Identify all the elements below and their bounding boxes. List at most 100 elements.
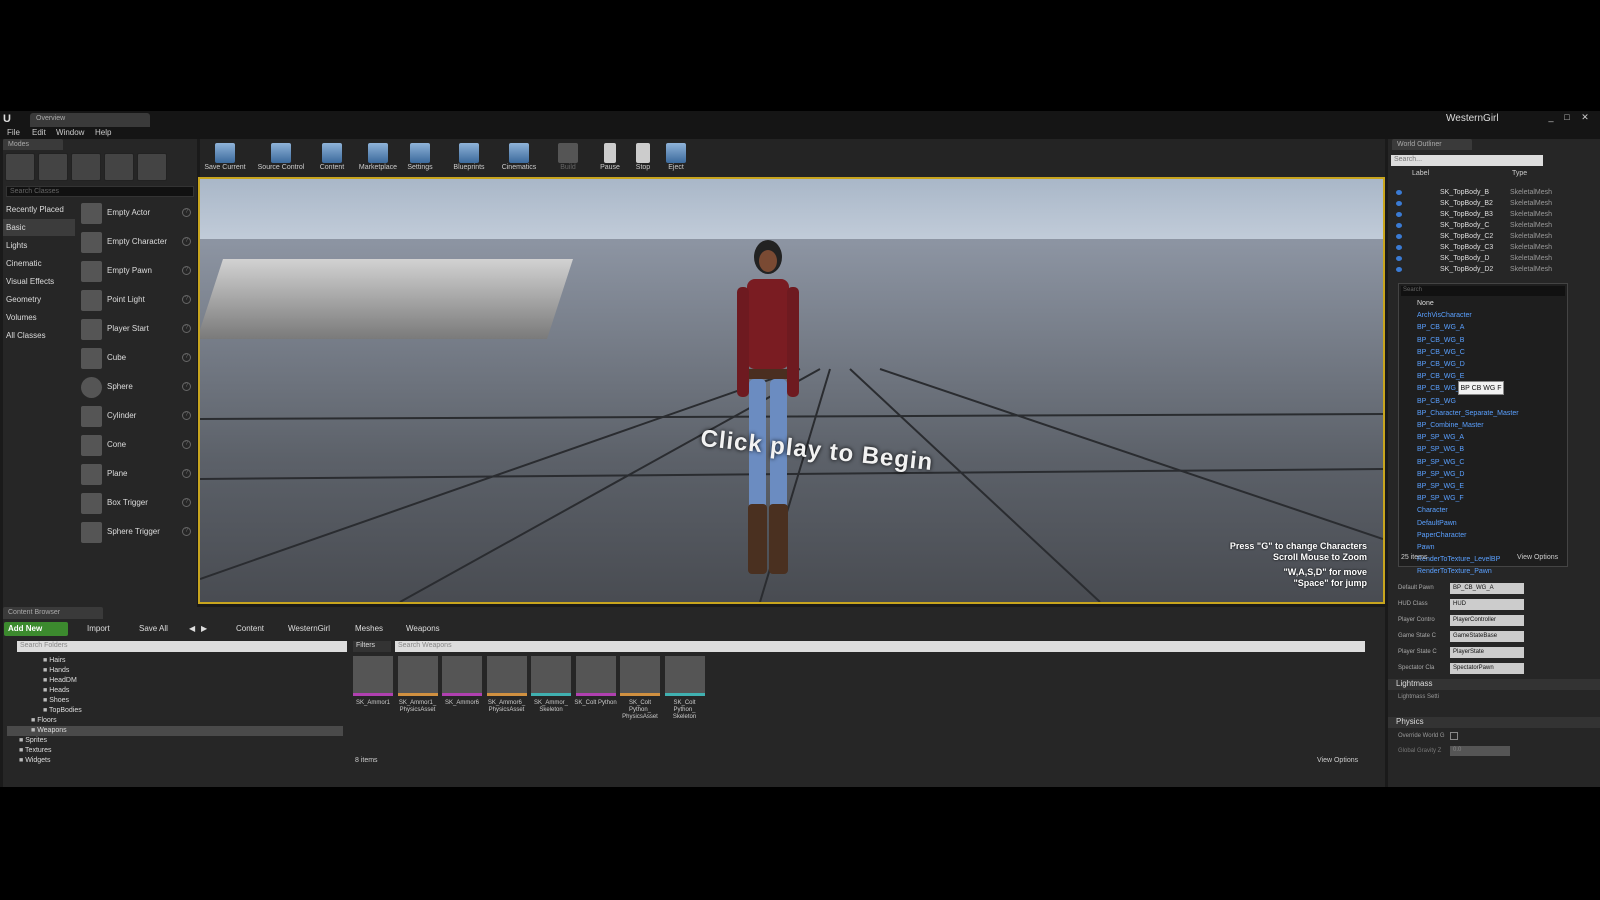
build-button[interactable]: Build: [548, 139, 588, 177]
column-label[interactable]: Label: [1412, 170, 1429, 177]
place-item-cube[interactable]: Cube?: [81, 345, 195, 372]
menu-window[interactable]: Window: [56, 127, 84, 139]
level-viewport[interactable]: Click play to Begin Press "G" to change …: [198, 177, 1385, 604]
class-picker-item[interactable]: BP_CB_WG_C: [1405, 347, 1465, 359]
category-lights[interactable]: Lights: [3, 237, 75, 254]
search-classes-input[interactable]: Search Classes: [6, 186, 194, 197]
save-current-button[interactable]: Save Current: [200, 139, 250, 177]
asset-tile[interactable]: SK_Colt Python_ PhysicsAsset: [620, 656, 660, 726]
property-dropdown[interactable]: HUD: [1450, 599, 1524, 610]
property-dropdown[interactable]: PlayerState: [1450, 647, 1524, 658]
property-dropdown[interactable]: GameStateBase: [1450, 631, 1524, 642]
tab-world-outliner[interactable]: World Outliner: [1392, 139, 1472, 150]
place-item-sphere[interactable]: Sphere?: [81, 374, 195, 401]
folder-item[interactable]: ■ Heads: [7, 686, 343, 696]
asset-tile[interactable]: SK_Colt Python: [574, 656, 617, 726]
visibility-eye-icon[interactable]: [1396, 190, 1402, 195]
visibility-eye-icon[interactable]: [1396, 201, 1402, 206]
menu-file[interactable]: File: [7, 127, 20, 139]
place-item-cone[interactable]: Cone?: [81, 432, 195, 459]
folder-item[interactable]: ■ TopBodies: [7, 706, 343, 716]
close-button[interactable]: ✕: [1578, 111, 1592, 123]
place-item-box-trigger[interactable]: Box Trigger?: [81, 490, 195, 517]
visibility-eye-icon[interactable]: [1396, 245, 1402, 250]
place-item-plane[interactable]: Plane?: [81, 461, 195, 488]
class-picker-item[interactable]: BP_CB_WG_F: [1405, 383, 1464, 395]
breadcrumb-westerngirl[interactable]: WesternGirl: [288, 622, 330, 636]
view-options-button[interactable]: View Options: [1517, 554, 1558, 561]
settings-button[interactable]: Settings: [400, 139, 440, 177]
class-picker-item[interactable]: Pawn: [1405, 542, 1435, 554]
asset-tile[interactable]: SK_Ammor6: [442, 656, 482, 726]
menu-help[interactable]: Help: [95, 127, 111, 139]
tab-modes[interactable]: Modes: [3, 139, 63, 150]
filters-button[interactable]: Filters: [353, 641, 391, 652]
pause-button[interactable]: Pause: [595, 139, 625, 177]
tab-overview[interactable]: Overview: [30, 113, 150, 127]
visibility-eye-icon[interactable]: [1396, 234, 1402, 239]
class-picker-item[interactable]: BP_CB_WG_D: [1405, 359, 1465, 371]
class-picker-item[interactable]: Character: [1405, 505, 1448, 517]
eject-button[interactable]: Eject: [661, 139, 691, 177]
class-picker-item[interactable]: ArchVisCharacter: [1405, 310, 1472, 322]
source-control-button[interactable]: Source Control: [252, 139, 310, 177]
class-picker-item[interactable]: BP_CB_WG_B: [1405, 335, 1464, 347]
place-item-empty-character[interactable]: Empty Character?: [81, 229, 195, 256]
class-picker-item[interactable]: DefaultPawn: [1405, 518, 1457, 530]
visibility-eye-icon[interactable]: [1396, 267, 1402, 272]
class-picker-item[interactable]: BP_Combine_Master: [1405, 420, 1484, 432]
class-picker-item[interactable]: PaperCharacter: [1405, 530, 1466, 542]
asset-tile[interactable]: SK_Ammor_ Skeleton: [531, 656, 571, 726]
asset-tile[interactable]: SK_Ammor1: [353, 656, 393, 726]
column-type[interactable]: Type: [1512, 170, 1527, 177]
class-picker-item[interactable]: BP_SP_WG_D: [1405, 469, 1464, 481]
folder-item[interactable]: ■ Weapons: [7, 726, 343, 736]
class-picker-item[interactable]: BP_CB_WG_E: [1405, 371, 1464, 383]
override-gravity-checkbox[interactable]: [1450, 732, 1458, 740]
cinematics-button[interactable]: Cinematics: [494, 139, 544, 177]
breadcrumb-weapons[interactable]: Weapons: [406, 622, 440, 636]
folder-item[interactable]: ■ Hands: [7, 666, 343, 676]
content-button[interactable]: Content: [312, 139, 352, 177]
class-picker-item[interactable]: BP_SP_WG_E: [1405, 481, 1464, 493]
asset-tile[interactable]: SK_Ammor1_ PhysicsAsset: [397, 656, 438, 726]
folder-item[interactable]: ■ HeadDM: [7, 676, 343, 686]
place-item-point-light[interactable]: Point Light?: [81, 287, 195, 314]
menu-edit[interactable]: Edit: [32, 127, 46, 139]
class-picker-item[interactable]: BP_SP_WG_F: [1405, 493, 1464, 505]
import-button[interactable]: Import: [87, 622, 110, 636]
place-item-cylinder[interactable]: Cylinder?: [81, 403, 195, 430]
category-basic[interactable]: Basic: [3, 219, 75, 236]
outliner-row[interactable]: SK_TopBody_C3 SkeletalMesh: [1394, 242, 1594, 253]
class-picker-item[interactable]: BP_Character_Separate_Master: [1405, 408, 1519, 420]
category-recently-placed[interactable]: Recently Placed: [3, 201, 75, 218]
global-gravity-input[interactable]: 0.0: [1450, 746, 1510, 756]
place-item-empty-pawn[interactable]: Empty Pawn?: [81, 258, 195, 285]
back-arrow-icon[interactable]: ◀: [189, 622, 195, 636]
class-picker-search[interactable]: Search: [1401, 286, 1565, 296]
outliner-row[interactable]: SK_TopBody_C SkeletalMesh: [1394, 220, 1594, 231]
folder-item[interactable]: ■ Textures: [7, 746, 343, 756]
geometry-mode-icon[interactable]: [137, 153, 167, 181]
visibility-eye-icon[interactable]: [1396, 212, 1402, 217]
category-visual-effects[interactable]: Visual Effects: [3, 273, 75, 290]
search-folders-input[interactable]: Search Folders: [17, 641, 347, 652]
folder-item[interactable]: ■ Floors: [7, 716, 343, 726]
outliner-row[interactable]: SK_TopBody_B3 SkeletalMesh: [1394, 209, 1594, 220]
tab-content-browser[interactable]: Content Browser: [3, 607, 103, 619]
outliner-row[interactable]: SK_TopBody_D SkeletalMesh: [1394, 253, 1594, 264]
breadcrumb-content[interactable]: Content: [236, 622, 264, 636]
folder-item[interactable]: ■ Shoes: [7, 696, 343, 706]
place-mode-icon[interactable]: [5, 153, 35, 181]
category-geometry[interactable]: Geometry: [3, 291, 75, 308]
category-all-classes[interactable]: All Classes: [3, 327, 75, 344]
class-picker-item[interactable]: BP_SP_WG_A: [1405, 432, 1464, 444]
minimize-button[interactable]: _: [1544, 111, 1558, 123]
folder-item[interactable]: ■ Hairs: [7, 656, 343, 666]
class-picker-item[interactable]: BP_SP_WG_B: [1405, 444, 1464, 456]
class-picker-item[interactable]: BP_CB_WG: [1405, 396, 1456, 408]
maximize-button[interactable]: □: [1560, 111, 1574, 123]
outliner-row[interactable]: SK_TopBody_B2 SkeletalMesh: [1394, 198, 1594, 209]
asset-tile[interactable]: SK_Colt Python_ Skeleton: [664, 656, 705, 726]
property-dropdown[interactable]: BP_CB_WG_A: [1450, 583, 1524, 594]
